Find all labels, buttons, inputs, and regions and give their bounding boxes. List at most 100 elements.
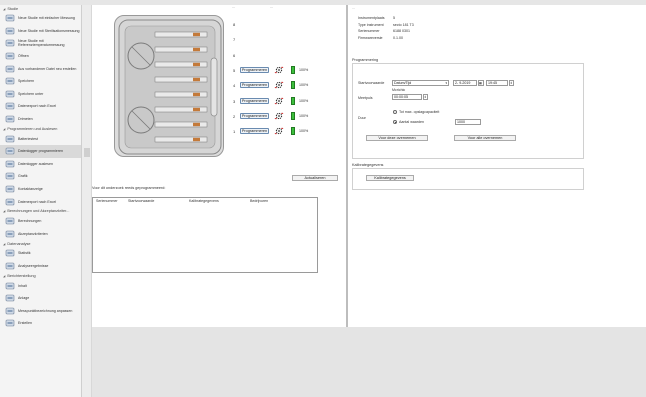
battery-percent: 100%: [299, 129, 309, 134]
count-field[interactable]: 1000: [455, 119, 481, 125]
sidebar-item[interactable]: Datenlogger programmieren: [0, 144, 81, 158]
battery-test-icon: [4, 134, 15, 143]
sidebar-item[interactable]: Drimeten: [0, 113, 81, 126]
sidebar-item[interactable]: Analyseergebnisse: [0, 260, 81, 273]
logger-probe-cap: [193, 107, 200, 112]
program-button[interactable]: Programmeren: [240, 128, 269, 135]
header-cut-left: ...: [232, 5, 235, 9]
sidebar-item[interactable]: Grafik: [0, 170, 81, 183]
syringe-icon: [4, 14, 15, 23]
sidebar-item[interactable]: Datenexport nach Excel: [0, 100, 81, 113]
sidebar-item[interactable]: Akzeptanzkriterien: [0, 228, 81, 241]
radio-max-capacity[interactable]: [393, 110, 397, 114]
program-button[interactable]: Programmeren: [240, 82, 269, 89]
sidebar-item[interactable]: Neue Studie mit einfacher Messung: [0, 12, 81, 25]
programming-group: [352, 63, 584, 159]
sidebar-section-header[interactable]: ◢ Studie: [0, 5, 81, 12]
calendar-icon[interactable]: ▦: [478, 80, 484, 86]
sidebar-item[interactable]: Messpunktbezeichnung anpassen: [0, 304, 81, 317]
logger-gear-icon[interactable]: [274, 66, 284, 74]
sidebar-item[interactable]: Speichern unter: [0, 88, 81, 101]
spinner-icon[interactable]: ⇕: [423, 94, 428, 100]
collapse-triangle-icon[interactable]: ◢: [3, 274, 5, 278]
sidebar-item[interactable]: Batteriestest: [0, 132, 81, 145]
save-icon: [4, 77, 15, 86]
apply-all-button[interactable]: Voor alle overnemen: [454, 135, 516, 141]
syringe-icon: [4, 39, 15, 48]
interval-field[interactable]: 00:00:05: [392, 94, 422, 100]
logger-gear-icon[interactable]: [274, 97, 284, 105]
program-button[interactable]: Programmeren: [240, 97, 269, 104]
sidebar-section-header[interactable]: ◢ Berichterstellung: [0, 272, 81, 279]
sidebar-item-label: Akzeptanzkriterien: [18, 231, 48, 236]
sidebar-section-header[interactable]: ◢ Berechnungen und Akzeptanzkriter...: [0, 208, 81, 215]
sidebar-section-header[interactable]: ◢ Programmieren und Auslesen: [0, 125, 81, 132]
sidebar-item-label: Grafik: [18, 174, 28, 179]
logger-gear-icon[interactable]: [274, 112, 284, 120]
sidebar-item[interactable]: Kontaktanzeige: [0, 183, 81, 196]
program-button[interactable]: Programmeren: [240, 112, 269, 119]
sidebar-item-label: Inhalt: [18, 283, 27, 288]
collapse-triangle-icon[interactable]: ◢: [3, 209, 5, 213]
sidebar-item-label: Datenlogger auslesen: [18, 161, 53, 166]
sidebar-section-label: Studie: [7, 6, 19, 11]
battery-percent: 100%: [299, 98, 309, 103]
sidebar-item-label: Berechnungen: [18, 219, 42, 224]
sidebar-item[interactable]: Neue Studie mit Referenztemperaturmessun…: [0, 37, 81, 50]
excel-export-icon: [4, 102, 15, 111]
logger-gear-icon[interactable]: [274, 81, 284, 89]
content-icon: [4, 281, 15, 290]
sidebar-item-label: Neue Studie mit Sterilisationsmessung: [18, 28, 80, 33]
spinner-icon[interactable]: ⇕: [509, 80, 514, 86]
slot-number: 8: [233, 22, 236, 27]
start-select[interactable]: Datum/Tijd ▾: [392, 80, 449, 86]
battery-percent: 100%: [299, 67, 309, 72]
sidebar-item[interactable]: Aus vorhandener Datei neu erstellen: [0, 62, 81, 75]
cycle-label: Mcrichic: [392, 88, 406, 92]
programmed-table: Serienummer Startvoorwaarde Kalibrategeg…: [92, 197, 318, 273]
sidebar-item[interactable]: Statistik: [0, 247, 81, 260]
logger-probe-cap: [193, 137, 200, 142]
sidebar-item[interactable]: Öffnen: [0, 50, 81, 63]
sidebar-item[interactable]: Erstellen: [0, 317, 81, 330]
table-title: Voor dit onderzoek reeds geprogrammeerd:: [92, 186, 166, 190]
time-field[interactable]: 19:45: [486, 80, 508, 86]
sidebar-section-header[interactable]: ◢ Datenanalyse: [0, 240, 81, 247]
battery-icon: [291, 127, 295, 136]
refresh-button[interactable]: Actualiseren: [292, 175, 338, 181]
slot-number: 1: [233, 129, 236, 135]
splitter-handle[interactable]: [84, 148, 90, 157]
program-button[interactable]: Programmeren: [240, 66, 269, 73]
sidebar-item[interactable]: Neue Studie mit Sterilisationsmessung: [0, 25, 81, 38]
sidebar-item[interactable]: Anlage: [0, 292, 81, 305]
info-value: secto 181 T3: [393, 22, 414, 27]
sidebar-item[interactable]: Datenexport nach Excel: [0, 195, 81, 208]
header-cut-right: ...: [270, 5, 273, 9]
collapse-triangle-icon[interactable]: ◢: [3, 242, 5, 246]
status-area: [92, 327, 646, 397]
sidebar-item-label: Neue Studie mit einfacher Messung: [18, 16, 75, 21]
table-icon: [4, 185, 15, 194]
logger-case-drawing: [118, 19, 222, 155]
apply-one-button[interactable]: Voor deze overnemen: [366, 135, 428, 141]
date-field[interactable]: 2- 9-2019: [453, 80, 477, 86]
graph-icon: [4, 172, 15, 181]
sidebar-splitter[interactable]: [82, 5, 92, 397]
logger-gear-icon[interactable]: [274, 127, 284, 135]
sidebar-item[interactable]: Speichern: [0, 75, 81, 88]
sidebar-item-label: Aus vorhandener Datei neu erstellen: [18, 66, 77, 71]
sidebar-item[interactable]: Berechnungen: [0, 215, 81, 228]
collapse-triangle-icon[interactable]: ◢: [3, 127, 5, 131]
col-header: Kalibrategegevens: [189, 199, 219, 203]
battery-percent: 100%: [299, 83, 309, 88]
calibration-button[interactable]: Kalibrategegevens: [366, 175, 414, 181]
sidebar-item[interactable]: Datenlogger auslesen: [0, 158, 81, 171]
collapse-triangle-icon[interactable]: ◢: [3, 7, 5, 11]
duur-label: Duur: [358, 116, 366, 120]
sidebar-item-label: Batteriestest: [18, 136, 38, 141]
info-label: Firmwareversie: [358, 35, 383, 40]
sidebar-item-label: Analyseergebnisse: [18, 263, 49, 268]
sidebar-item[interactable]: Inhalt: [0, 279, 81, 292]
radio-count[interactable]: [393, 120, 397, 124]
syringe-icon: [4, 26, 15, 35]
